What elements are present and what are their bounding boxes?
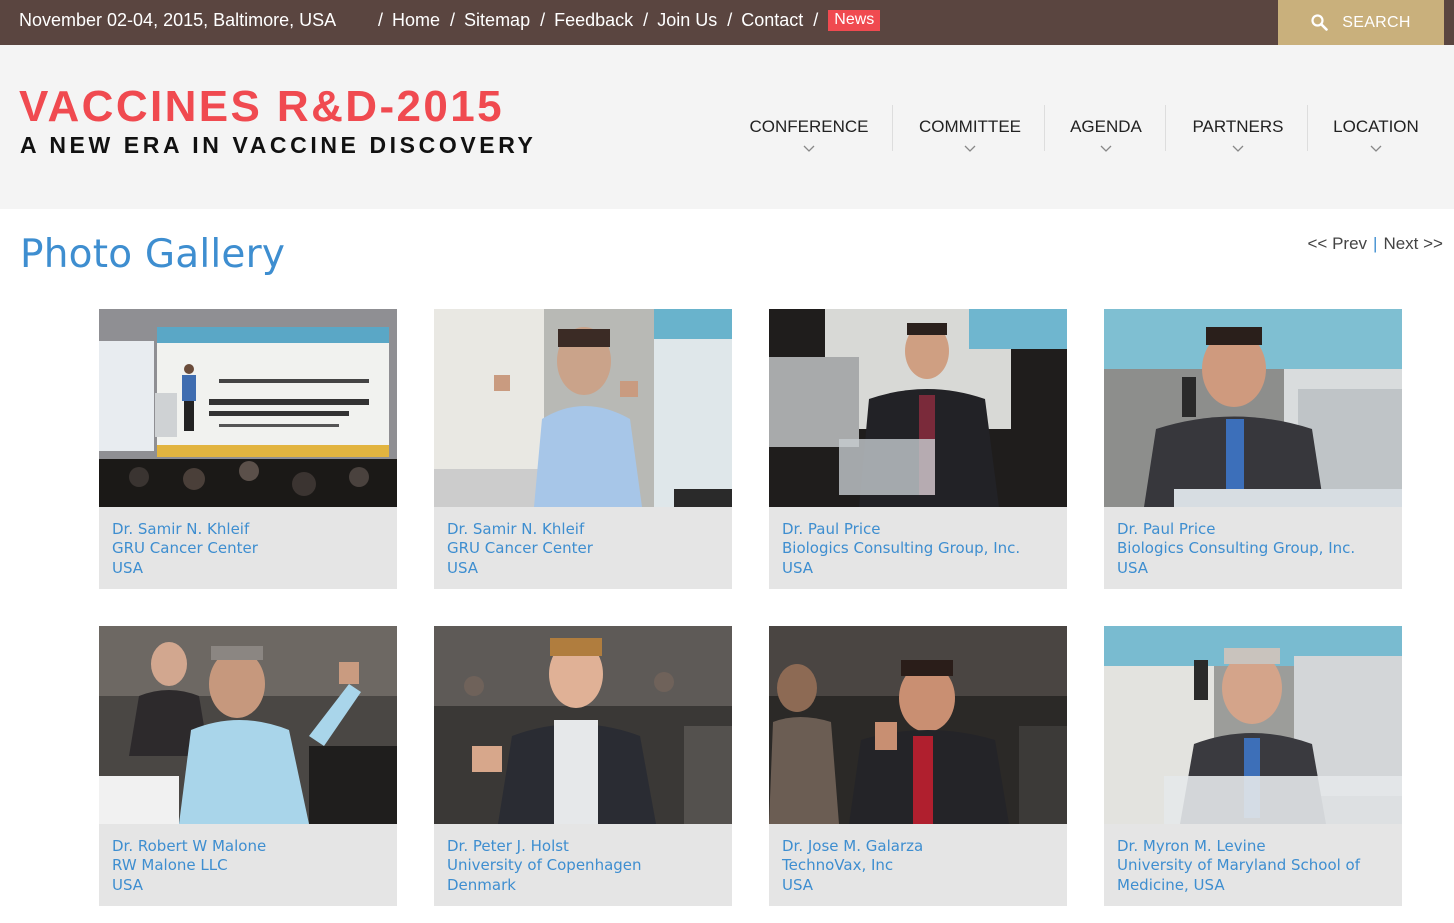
news-badge-link[interactable]: News [828,10,881,31]
speaker-country[interactable]: Denmark [447,876,725,895]
site-tagline: A NEW ERA IN VACCINE DISCOVERY [20,132,537,158]
speaker-country[interactable]: USA [782,559,1060,578]
chevron-down-icon [964,145,976,152]
speaker-country[interactable]: USA [112,559,390,578]
separator: / [643,10,649,30]
speaker-organization[interactable]: RW Malone LLC [112,856,390,875]
nav-divider [1307,105,1308,151]
separator: / [378,10,384,30]
speaker-country[interactable]: USA [782,876,1060,895]
speaker-organization[interactable]: TechnoVax, Inc [782,856,1060,875]
speaker-photo[interactable] [769,626,1067,824]
speaker-name[interactable]: Dr. Samir N. Khleif [447,520,725,539]
speaker-photo[interactable] [99,309,397,507]
nav-agenda[interactable]: AGENDA [1064,105,1148,152]
photo-caption: Dr. Robert W Malone RW Malone LLC USA [112,837,390,895]
speaker-name[interactable]: Dr. Myron M. Levine [1117,837,1395,856]
gallery-card[interactable]: Dr. Myron M. Levine University of Maryla… [1104,626,1402,906]
nav-label: PARTNERS [1192,117,1284,136]
join-us-link[interactable]: Join Us [657,10,717,31]
nav-partners[interactable]: PARTNERS [1186,105,1290,152]
speaker-organization[interactable]: GRU Cancer Center [112,539,390,558]
contact-link[interactable]: Contact [741,10,803,31]
speaker-organization[interactable]: University of Copenhagen [447,856,725,875]
speaker-photo[interactable] [434,626,732,824]
nav-label: CONFERENCE [749,117,869,136]
photo-caption: Dr. Jose M. Galarza TechnoVax, Inc USA [782,837,1060,895]
site-title[interactable]: VACCINES R&D-2015 [19,83,504,131]
photo-caption: Dr. Myron M. Levine University of Maryla… [1117,837,1395,895]
chevron-down-icon [803,145,815,152]
pager-separator: | [1373,234,1378,253]
nav-location[interactable]: LOCATION [1328,105,1424,152]
chevron-down-icon [1370,145,1382,152]
gallery-card[interactable]: Dr. Peter J. Holst University of Copenha… [434,626,732,906]
nav-divider [892,105,893,151]
speaker-country[interactable]: USA [447,559,725,578]
photo-caption: Dr. Samir N. Khleif GRU Cancer Center US… [112,520,390,578]
speaker-photo[interactable] [99,626,397,824]
gallery-pager: << Prev | Next >> [1307,234,1443,254]
search-button[interactable]: SEARCH [1278,0,1444,45]
feedback-link[interactable]: Feedback [554,10,633,31]
nav-label: COMMITTEE [919,117,1021,136]
gallery-card[interactable]: Dr. Robert W Malone RW Malone LLC USA [99,626,397,906]
speaker-photo[interactable] [434,309,732,507]
site-header: VACCINES R&D-2015 A NEW ERA IN VACCINE D… [0,45,1454,209]
speaker-country[interactable]: USA [1117,559,1395,578]
nav-label: LOCATION [1333,117,1419,136]
speaker-photo[interactable] [1104,626,1402,824]
speaker-name[interactable]: Dr. Jose M. Galarza [782,837,1060,856]
nav-conference[interactable]: CONFERENCE [746,105,872,152]
gallery-card[interactable]: Dr. Jose M. Galarza TechnoVax, Inc USA [769,626,1067,906]
nav-divider [1165,105,1166,151]
speaker-photo[interactable] [1104,309,1402,507]
gallery-card[interactable]: Dr. Paul Price Biologics Consulting Grou… [769,309,1067,589]
top-bar: November 02-04, 2015, Baltimore, USA / H… [0,0,1454,45]
photo-caption: Dr. Paul Price Biologics Consulting Grou… [782,520,1060,578]
photo-caption: Dr. Paul Price Biologics Consulting Grou… [1117,520,1395,578]
photo-caption: Dr. Samir N. Khleif GRU Cancer Center US… [447,520,725,578]
separator: / [540,10,546,30]
page-title: Photo Gallery [20,232,286,277]
chevron-down-icon [1232,145,1244,152]
nav-label: AGENDA [1070,117,1142,136]
gallery-card[interactable]: Dr. Paul Price Biologics Consulting Grou… [1104,309,1402,589]
event-date-location: November 02-04, 2015, Baltimore, USA [19,10,337,30]
speaker-organization[interactable]: Biologics Consulting Group, Inc. [782,539,1060,558]
separator: / [813,10,819,30]
search-label: SEARCH [1342,13,1411,31]
home-link[interactable]: Home [392,10,440,31]
speaker-organization[interactable]: University of Maryland School of [1117,856,1395,875]
top-links: / Home / Sitemap / Feedback / Join Us / … [378,10,890,31]
search-icon [1311,14,1329,31]
speaker-name[interactable]: Dr. Robert W Malone [112,837,390,856]
speaker-photo[interactable] [769,309,1067,507]
nav-committee[interactable]: COMMITTEE [914,105,1026,152]
speaker-country[interactable]: Medicine, USA [1117,876,1395,895]
speaker-name[interactable]: Dr. Paul Price [782,520,1060,539]
separator: / [727,10,733,30]
speaker-name[interactable]: Dr. Samir N. Khleif [112,520,390,539]
chevron-down-icon [1100,145,1112,152]
speaker-name[interactable]: Dr. Paul Price [1117,520,1395,539]
speaker-country[interactable]: USA [112,876,390,895]
speaker-organization[interactable]: Biologics Consulting Group, Inc. [1117,539,1395,558]
gallery-card[interactable]: Dr. Samir N. Khleif GRU Cancer Center US… [99,309,397,589]
prev-link[interactable]: << Prev [1307,234,1367,253]
next-link[interactable]: Next >> [1383,234,1443,253]
speaker-name[interactable]: Dr. Peter J. Holst [447,837,725,856]
photo-caption: Dr. Peter J. Holst University of Copenha… [447,837,725,895]
gallery-card[interactable]: Dr. Samir N. Khleif GRU Cancer Center US… [434,309,732,589]
nav-divider [1044,105,1045,151]
separator: / [450,10,456,30]
speaker-organization[interactable]: GRU Cancer Center [447,539,725,558]
sitemap-link[interactable]: Sitemap [464,10,530,31]
